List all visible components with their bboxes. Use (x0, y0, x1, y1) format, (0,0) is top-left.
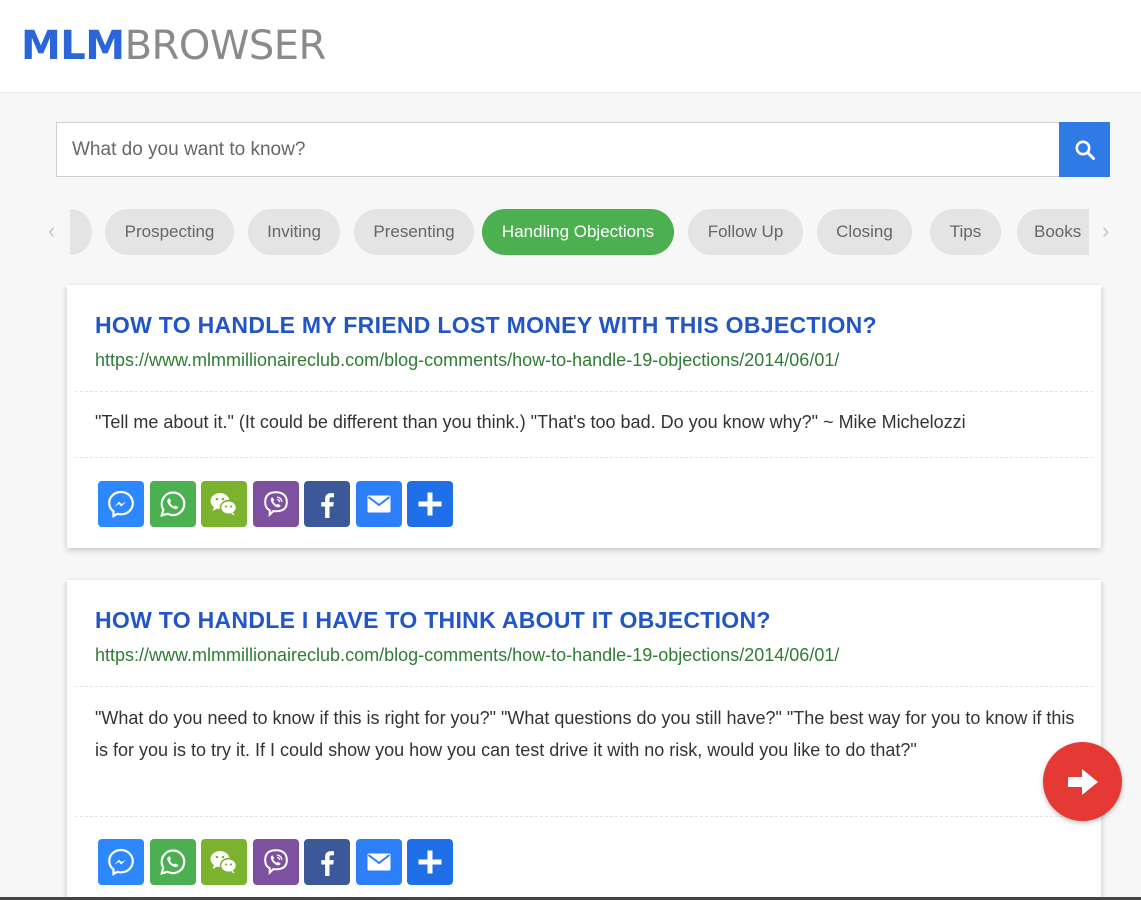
share-viber-button[interactable] (252, 481, 299, 527)
result-url[interactable]: https://www.mlmmillionaireclub.com/blog-… (95, 645, 839, 666)
share-facebook-button[interactable] (304, 839, 350, 885)
email-icon (364, 489, 394, 519)
share-wechat-button[interactable] (201, 481, 247, 527)
share-wechat-button[interactable] (201, 839, 247, 885)
chip-prospecting[interactable]: Prospecting (105, 209, 234, 255)
logo-part-mlm: MLM (21, 23, 125, 69)
share-buttons (98, 481, 459, 527)
chip-follow-up[interactable]: Follow Up (688, 209, 803, 255)
viber-icon (261, 489, 291, 519)
share-email-button[interactable] (355, 839, 402, 885)
search-bar (56, 122, 1110, 177)
search-icon (1075, 140, 1095, 160)
logo-part-browser: BROWSER (124, 23, 327, 69)
share-whatsapp-button[interactable] (149, 839, 196, 885)
email-icon (364, 847, 394, 877)
divider (75, 686, 1093, 687)
wechat-icon (208, 847, 240, 877)
whatsapp-icon (158, 847, 188, 877)
top-bar: MLMBROWSER (0, 0, 1141, 93)
chip-handling-objections[interactable]: Handling Objections (482, 209, 674, 255)
chip-presenting[interactable]: Presenting (354, 209, 474, 255)
more-share-icon (415, 847, 445, 877)
search-input[interactable] (57, 123, 1059, 176)
facebook-icon (312, 488, 342, 520)
share-more-button[interactable] (407, 839, 453, 885)
arrow-right-icon (1067, 768, 1098, 795)
logo[interactable]: MLMBROWSER (21, 24, 326, 68)
result-title[interactable]: HOW TO HANDLE I HAVE TO THINK ABOUT IT O… (95, 607, 771, 634)
search-button[interactable] (1059, 122, 1110, 177)
divider (75, 391, 1093, 392)
share-messenger-button[interactable] (98, 839, 144, 885)
facebook-icon (312, 846, 342, 878)
next-arrow-button[interactable] (1043, 742, 1122, 821)
chip-inviting[interactable]: Inviting (248, 209, 340, 255)
viber-icon (261, 847, 291, 877)
more-share-icon (415, 489, 445, 519)
chips-next-arrow[interactable]: › (1102, 218, 1109, 244)
share-more-button[interactable] (407, 481, 453, 527)
divider (75, 816, 1093, 817)
chip-tips[interactable]: Tips (930, 209, 1001, 255)
chip-partial[interactable] (70, 209, 92, 255)
messenger-icon (106, 847, 136, 877)
share-viber-button[interactable] (252, 839, 299, 885)
result-card: HOW TO HANDLE I HAVE TO THINK ABOUT IT O… (67, 580, 1101, 900)
share-buttons (98, 839, 459, 885)
share-email-button[interactable] (355, 481, 402, 527)
result-url[interactable]: https://www.mlmmillionaireclub.com/blog-… (95, 350, 839, 371)
share-facebook-button[interactable] (304, 481, 350, 527)
share-whatsapp-button[interactable] (149, 481, 196, 527)
category-chips: ‹ Prospecting Inviting Presenting Handli… (40, 208, 1130, 256)
chip-closing[interactable]: Closing (817, 209, 912, 255)
messenger-icon (106, 489, 136, 519)
result-snippet: "What do you need to know if this is rig… (95, 708, 1075, 760)
result-snippet: "Tell me about it." (It could be differe… (95, 412, 966, 432)
chip-books[interactable]: Books (1017, 209, 1089, 255)
whatsapp-icon (158, 489, 188, 519)
result-card: HOW TO HANDLE MY FRIEND LOST MONEY WITH … (67, 285, 1101, 548)
share-messenger-button[interactable] (98, 481, 144, 527)
wechat-icon (208, 489, 240, 519)
result-title[interactable]: HOW TO HANDLE MY FRIEND LOST MONEY WITH … (95, 312, 877, 339)
chips-prev-arrow[interactable]: ‹ (48, 218, 55, 244)
divider (75, 457, 1093, 458)
